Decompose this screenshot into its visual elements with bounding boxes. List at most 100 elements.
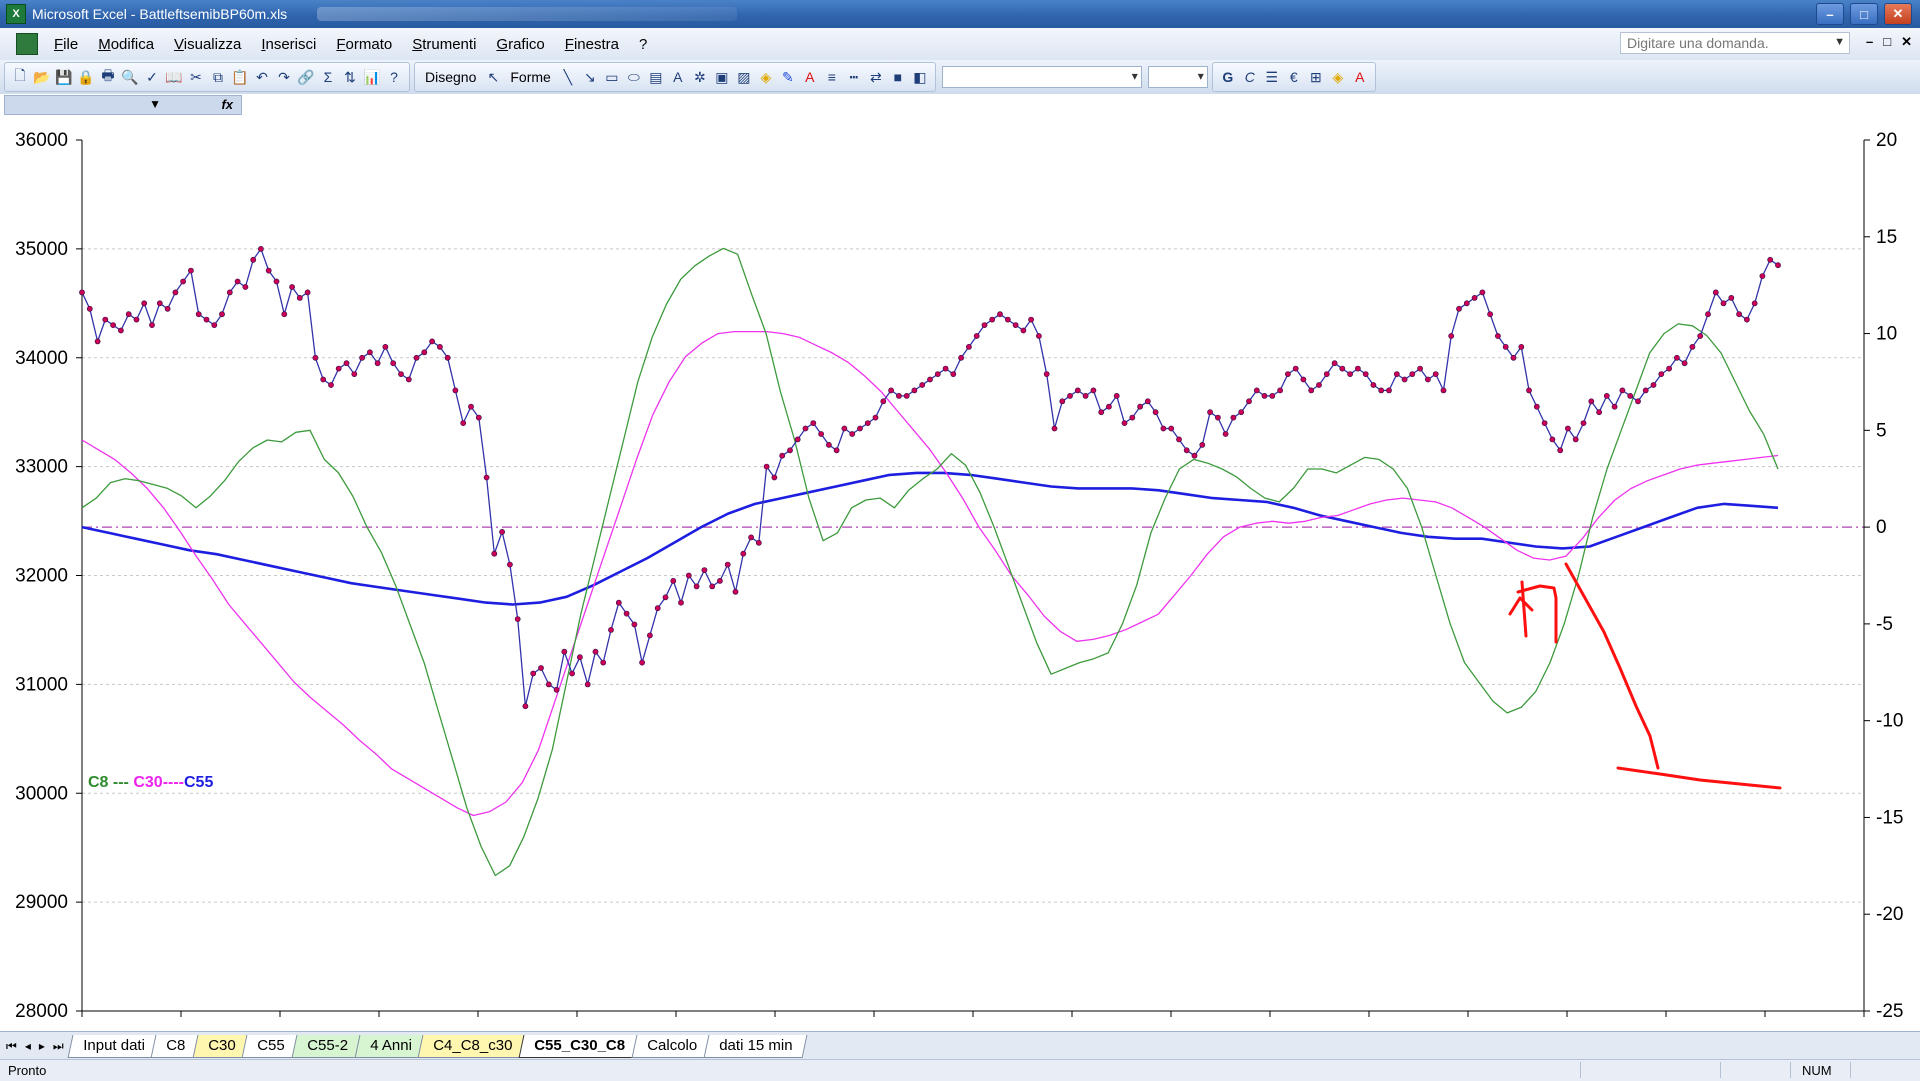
price-marker [1751,300,1758,307]
menu-modifica[interactable]: Modifica [88,36,164,53]
clipart-icon[interactable]: ▣ [711,66,733,88]
price-marker [1541,420,1548,426]
help-question-input[interactable]: Digitare una domanda. ▼ [1620,32,1850,54]
chart-wizard-icon[interactable]: 📊 [361,66,383,88]
menu-visualizza[interactable]: Visualizza [164,36,251,53]
font-size-select[interactable] [1147,66,1208,88]
cut-icon[interactable]: ✂ [185,66,207,88]
right-tick-label: -25 [1876,1001,1903,1022]
wordart-icon[interactable]: A [667,66,689,88]
borders-icon[interactable]: ⊞ [1305,66,1327,88]
arrow-icon[interactable]: ↘ [579,66,601,88]
select-objects-icon[interactable]: ↖ [482,66,504,88]
bold-button[interactable]: G [1217,66,1239,88]
font-name-select[interactable] [941,66,1142,88]
menu-strumenti[interactable]: Strumenti [402,36,486,53]
price-marker [1222,431,1229,437]
price-marker [1697,333,1704,339]
price-marker [156,300,163,307]
text-color-icon[interactable]: A [1349,66,1371,88]
shadow-icon[interactable]: ■ [887,66,909,88]
dash-style-icon[interactable]: ┅ [843,66,865,88]
sheet-tab[interactable]: Input dati [67,1035,160,1058]
diagram-icon[interactable]: ✲ [689,66,711,88]
draw-menu-button[interactable]: Disegno [419,69,482,85]
shapes-menu-button[interactable]: Forme [504,69,556,85]
new-file-icon[interactable]: 🗋 [9,66,31,88]
line-style-icon[interactable]: ≡ [821,66,843,88]
chevron-down-icon[interactable]: ▼ [149,97,161,111]
hyperlink-icon[interactable]: 🔗 [295,66,317,88]
price-marker [452,387,459,394]
price-marker [1440,387,1447,394]
maximize-button[interactable]: □ [1850,3,1878,25]
doc-restore-button[interactable]: □ [1883,34,1891,50]
save-icon[interactable]: 💾 [53,66,75,88]
price-marker [639,659,645,666]
spelling-icon[interactable]: ✓ [141,66,163,88]
print-icon[interactable]: 🖶 [97,66,119,88]
sheet-tab[interactable]: C55_C30_C8 [519,1035,641,1058]
arrow-style-icon[interactable]: ⇄ [865,66,887,88]
price-marker [1362,371,1369,377]
menu-help[interactable]: ? [629,36,657,53]
menu-formato[interactable]: Formato [326,36,402,53]
font-color-icon[interactable]: A [799,66,821,88]
currency-button[interactable]: € [1283,66,1305,88]
picture-icon[interactable]: ▨ [733,66,755,88]
doc-close-button[interactable]: ✕ [1901,34,1912,50]
sheet-tab-label: C55_C30_C8 [534,1037,626,1054]
menu-inserisci[interactable]: Inserisci [251,36,326,53]
align-center-icon[interactable]: ☰ [1261,66,1283,88]
doc-minimize-button[interactable]: – [1866,34,1873,50]
price-marker [748,534,754,541]
fill-bucket-icon[interactable]: ◈ [1327,66,1349,88]
sheet-tab[interactable]: C55-2 [291,1035,363,1058]
line-icon[interactable]: ╲ [557,66,579,88]
help-icon[interactable]: ? [383,66,405,88]
italic-icon[interactable]: C [1239,66,1261,88]
minimize-button[interactable]: – [1816,3,1844,25]
redo-icon[interactable]: ↷ [273,66,295,88]
excel-icon[interactable]: X [6,4,26,24]
insert-function-button[interactable]: fx [221,97,233,112]
chevron-down-icon[interactable]: ▼ [1834,36,1845,48]
sort-icon[interactable]: ⇅ [339,66,361,88]
workbook-icon[interactable] [16,33,38,55]
sheet-tab[interactable]: dati 15 min [703,1035,809,1058]
chart-svg[interactable]: 36000 35000 34000 33000 32000 31000 30000 29000… [0,116,1920,1031]
copy-icon[interactable]: ⧉ [207,66,229,88]
price-marker [203,316,210,323]
rectangle-icon[interactable]: ▭ [601,66,623,88]
fill-color-icon[interactable]: ◈ [755,66,777,88]
sheet-tab-label: C55-2 [306,1037,348,1054]
first-sheet-button[interactable]: ⏮ [6,1039,17,1054]
next-sheet-button[interactable]: ▸ [39,1039,45,1054]
3d-icon[interactable]: ◧ [909,66,931,88]
research-icon[interactable]: 📖 [163,66,185,88]
price-marker [1658,371,1665,377]
oval-icon[interactable]: ⬭ [623,66,645,88]
permission-icon[interactable]: 🔒 [75,66,97,88]
price-marker [405,376,412,383]
undo-icon[interactable]: ↶ [251,66,273,88]
price-marker [1316,382,1322,388]
last-sheet-button[interactable]: ⏭ [53,1039,64,1054]
textbox-icon[interactable]: ▤ [645,66,667,88]
paste-icon[interactable]: 📋 [229,66,251,88]
menu-file[interactable]: File [44,36,88,53]
chart-area[interactable]: 36000 35000 34000 33000 32000 31000 30000 29000… [0,116,1920,1031]
sheet-tab[interactable]: C4_C8_c30 [417,1035,528,1058]
print-preview-icon[interactable]: 🔍 [119,66,141,88]
sheet-tab[interactable]: 4 Anni [354,1035,427,1058]
line-color-icon[interactable]: ✎ [777,66,799,88]
menu-finestra[interactable]: Finestra [555,36,629,53]
name-box[interactable]: ▼ fx [4,95,242,115]
close-button[interactable]: ✕ [1884,3,1912,25]
prev-sheet-button[interactable]: ◂ [25,1039,31,1054]
sheet-tab[interactable]: Calcolo [631,1035,713,1058]
menu-grafico[interactable]: Grafico [486,36,554,53]
open-folder-icon[interactable]: 📂 [31,66,53,88]
price-marker [927,376,933,383]
autosum-icon[interactable]: Σ [317,66,339,88]
